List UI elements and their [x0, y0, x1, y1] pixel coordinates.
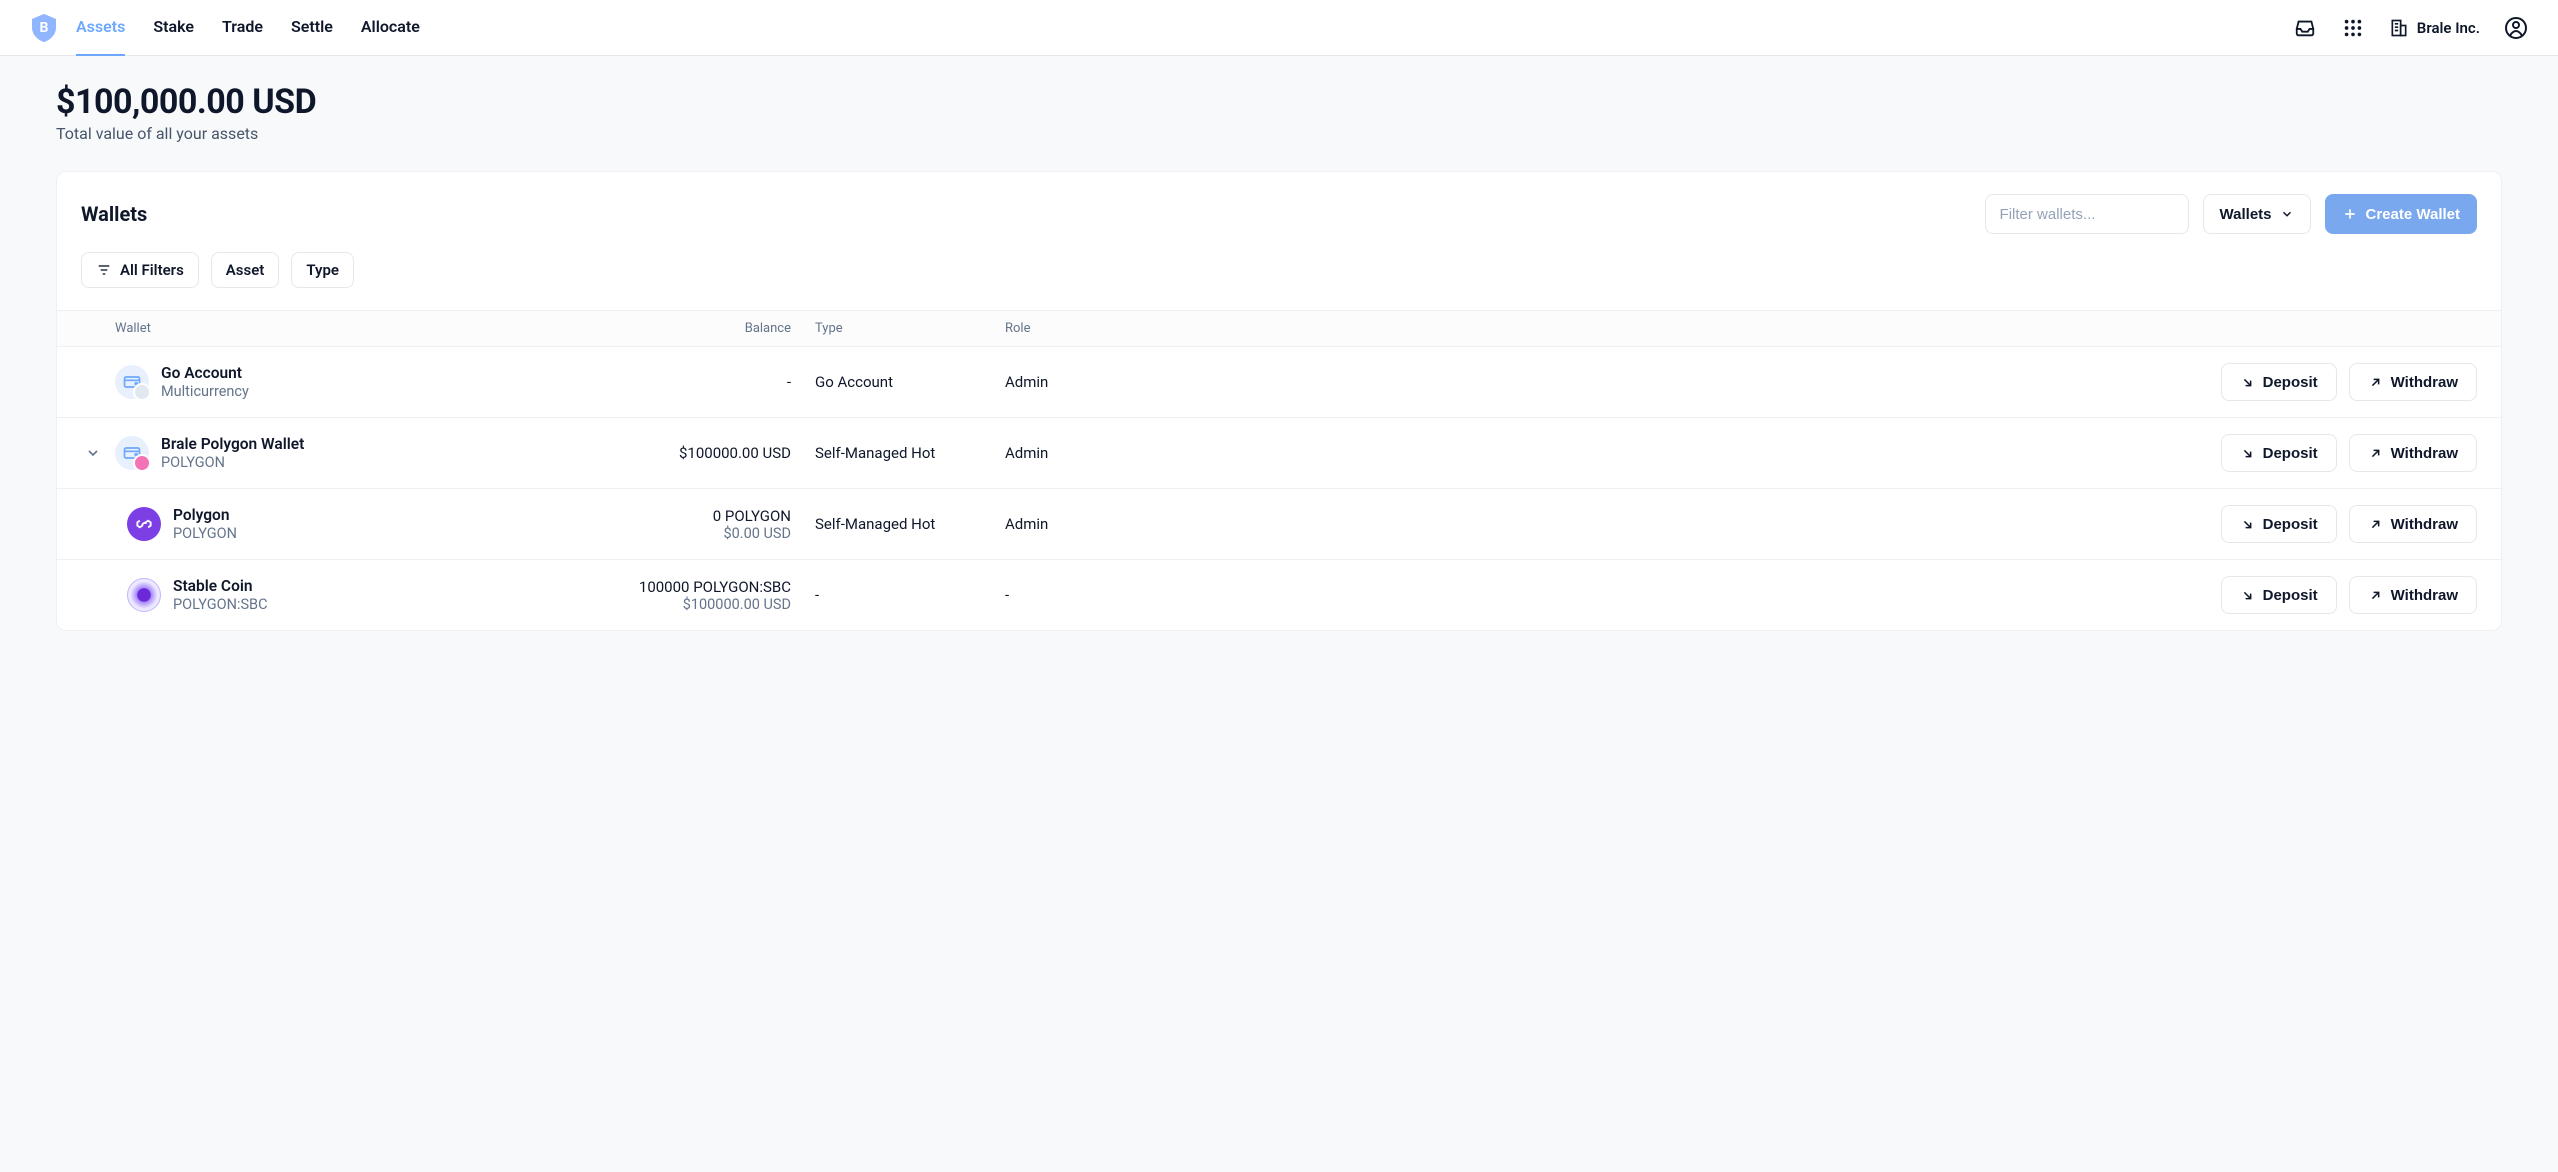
arrow-down-right-icon	[2240, 375, 2255, 390]
wallet-subtext: Multicurrency	[161, 383, 249, 400]
type-filter-label: Type	[306, 261, 339, 279]
arrow-down-right-icon	[2240, 446, 2255, 461]
nav-tab-settle[interactable]: Settle	[291, 0, 333, 56]
asset-filter-chip[interactable]: Asset	[211, 252, 280, 288]
withdraw-label: Withdraw	[2391, 516, 2458, 533]
plus-icon	[2342, 206, 2358, 222]
wallet-type: Self-Managed Hot	[815, 444, 1005, 462]
arrow-down-right-icon	[2240, 588, 2255, 603]
nav-tab-assets[interactable]: Assets	[76, 0, 125, 56]
building-icon	[2389, 18, 2409, 38]
col-type: Type	[815, 321, 1005, 336]
arrow-up-right-icon	[2368, 517, 2383, 532]
filter-wallets-input[interactable]	[1985, 194, 2189, 234]
wallets-scope-button[interactable]: Wallets	[2203, 194, 2311, 234]
wallet-type: Self-Managed Hot	[815, 515, 1005, 533]
filter-icon	[96, 262, 112, 278]
create-wallet-button[interactable]: Create Wallet	[2325, 194, 2477, 234]
sbc-icon	[127, 578, 161, 612]
apps-grid-icon[interactable]	[2341, 16, 2365, 40]
deposit-button[interactable]: Deposit	[2221, 576, 2337, 614]
create-wallet-label: Create Wallet	[2366, 206, 2460, 223]
org-name: Brale Inc.	[2417, 19, 2480, 37]
svg-text:B: B	[40, 20, 49, 36]
wallet-balance: 100000 POLYGON:SBC$100000.00 USD	[515, 578, 815, 613]
inbox-icon[interactable]	[2293, 16, 2317, 40]
nav-tab-allocate[interactable]: Allocate	[361, 0, 420, 56]
wallet-type: Go Account	[815, 373, 1005, 391]
wallets-title: Wallets	[81, 202, 147, 226]
wallet-balance: $100000.00 USD	[515, 444, 815, 462]
arrow-up-right-icon	[2368, 375, 2383, 390]
arrow-up-right-icon	[2368, 588, 2383, 603]
deposit-button[interactable]: Deposit	[2221, 363, 2337, 401]
wallet-balance: -	[515, 373, 815, 391]
org-switcher[interactable]: Brale Inc.	[2389, 18, 2480, 38]
nav-tab-stake[interactable]: Stake	[153, 0, 194, 56]
wallet-subtext: POLYGON:SBC	[173, 596, 268, 613]
wallet-row: Stable CoinPOLYGON:SBC 100000 POLYGON:SBC…	[57, 560, 2501, 630]
wallet-icon	[115, 436, 149, 470]
arrow-down-right-icon	[2240, 517, 2255, 532]
chevron-down-icon	[85, 445, 101, 461]
all-filters-label: All Filters	[120, 261, 184, 279]
withdraw-button[interactable]: Withdraw	[2349, 363, 2477, 401]
all-filters-chip[interactable]: All Filters	[81, 252, 199, 288]
deposit-label: Deposit	[2263, 516, 2318, 533]
wallet-subtext: POLYGON	[161, 454, 304, 471]
wallet-subtext: POLYGON	[173, 525, 237, 542]
wallet-icon	[115, 365, 149, 399]
total-value: $100,000.00 USD	[56, 82, 2502, 122]
wallet-row: Brale Polygon WalletPOLYGON $100000.00 US…	[57, 418, 2501, 489]
chevron-down-icon	[2280, 207, 2294, 221]
deposit-label: Deposit	[2263, 374, 2318, 391]
withdraw-label: Withdraw	[2391, 587, 2458, 604]
deposit-label: Deposit	[2263, 445, 2318, 462]
wallet-role: Admin	[1005, 515, 1185, 533]
polygon-icon	[127, 507, 161, 541]
withdraw-label: Withdraw	[2391, 374, 2458, 391]
wallet-balance: 0 POLYGON$0.00 USD	[515, 507, 815, 542]
profile-icon[interactable]	[2504, 16, 2528, 40]
arrow-up-right-icon	[2368, 446, 2383, 461]
expand-toggle[interactable]	[81, 441, 105, 465]
wallet-role: Admin	[1005, 444, 1185, 462]
deposit-label: Deposit	[2263, 587, 2318, 604]
asset-filter-label: Asset	[226, 261, 265, 279]
wallet-name: Polygon	[173, 506, 237, 525]
wallet-name: Brale Polygon Wallet	[161, 435, 304, 454]
withdraw-label: Withdraw	[2391, 445, 2458, 462]
wallet-row: Go AccountMulticurrency-Go AccountAdminD…	[57, 347, 2501, 418]
withdraw-button[interactable]: Withdraw	[2349, 434, 2477, 472]
brand-logo[interactable]: B	[30, 14, 58, 42]
col-wallet: Wallet	[115, 321, 515, 336]
wallet-name: Stable Coin	[173, 577, 268, 596]
col-balance: Balance	[515, 321, 815, 336]
deposit-button[interactable]: Deposit	[2221, 434, 2337, 472]
col-role: Role	[1005, 321, 1185, 336]
wallet-role: Admin	[1005, 373, 1185, 391]
wallet-role: -	[1005, 586, 1185, 604]
total-value-subtitle: Total value of all your assets	[56, 124, 2502, 143]
deposit-button[interactable]: Deposit	[2221, 505, 2337, 543]
wallet-type: -	[815, 586, 1005, 604]
wallets-scope-label: Wallets	[2220, 206, 2272, 223]
wallet-name: Go Account	[161, 364, 249, 383]
withdraw-button[interactable]: Withdraw	[2349, 576, 2477, 614]
wallet-row: PolygonPOLYGON 0 POLYGON$0.00 USDSelf-Man…	[57, 489, 2501, 560]
type-filter-chip[interactable]: Type	[291, 252, 354, 288]
nav-tab-trade[interactable]: Trade	[222, 0, 263, 56]
withdraw-button[interactable]: Withdraw	[2349, 505, 2477, 543]
